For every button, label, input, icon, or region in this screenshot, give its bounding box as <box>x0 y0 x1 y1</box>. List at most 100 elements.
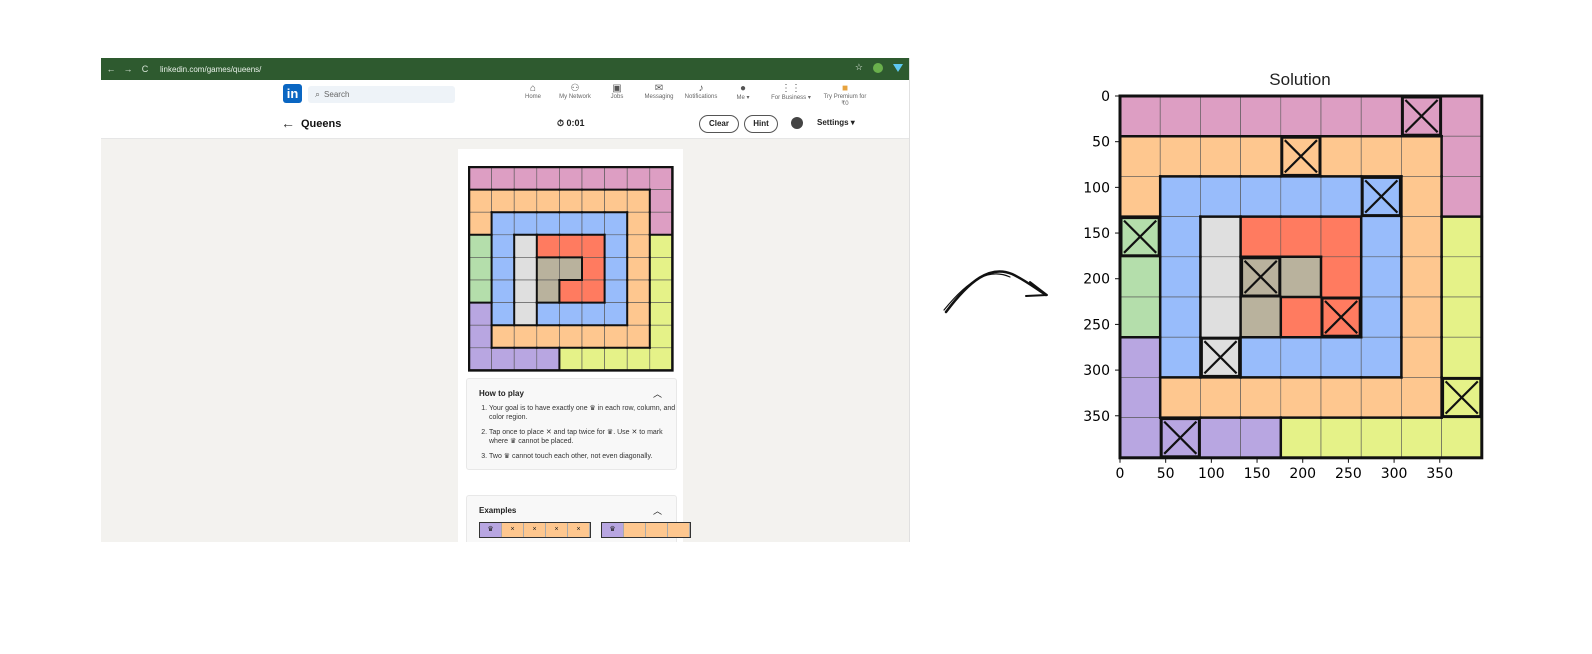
forward-icon[interactable]: → <box>121 64 135 74</box>
settings-button[interactable]: Settings ▾ <box>817 118 855 127</box>
chevron-up-icon[interactable]: ︿ <box>653 504 662 517</box>
board-cell[interactable] <box>536 324 560 349</box>
board-cell[interactable] <box>468 347 492 371</box>
board-cell[interactable] <box>491 234 515 258</box>
board-cell[interactable] <box>604 166 628 190</box>
board-cell[interactable] <box>536 257 560 281</box>
board-cell[interactable] <box>649 347 673 371</box>
board-cell[interactable] <box>468 302 492 326</box>
board-cell[interactable] <box>581 279 605 303</box>
board-cell[interactable] <box>491 189 515 213</box>
hint-button[interactable]: Hint <box>744 115 778 133</box>
board-cell[interactable] <box>491 211 515 236</box>
board-cell[interactable] <box>513 166 538 190</box>
board-cell[interactable] <box>626 302 651 326</box>
board-cell[interactable] <box>536 279 560 303</box>
examples-title[interactable]: Examples <box>467 496 676 515</box>
board-cell[interactable] <box>513 279 538 303</box>
nav-item-bell[interactable]: ♪ Notifications <box>683 83 719 107</box>
board-cell[interactable] <box>491 257 515 281</box>
board-cell[interactable] <box>513 302 538 326</box>
back-arrow-icon[interactable]: ← <box>281 115 295 131</box>
board-cell[interactable] <box>559 189 583 213</box>
board-cell[interactable] <box>559 302 583 326</box>
board-cell[interactable] <box>581 257 605 281</box>
board-cell[interactable] <box>649 234 673 258</box>
board-cell[interactable] <box>604 279 628 303</box>
board-cell[interactable] <box>536 234 560 258</box>
board-cell[interactable] <box>649 324 673 349</box>
board-cell[interactable] <box>626 189 651 213</box>
how-to-play-title[interactable]: How to play <box>467 379 676 398</box>
board-cell[interactable] <box>513 189 538 213</box>
board-cell[interactable] <box>468 324 492 349</box>
board-cell[interactable] <box>513 234 538 258</box>
board-cell[interactable] <box>559 234 583 258</box>
board-cell[interactable] <box>581 347 605 371</box>
board-cell[interactable] <box>626 347 651 371</box>
board-cell[interactable] <box>536 302 560 326</box>
board-cell[interactable] <box>468 279 492 303</box>
extension-icon[interactable] <box>873 62 883 73</box>
board-cell[interactable] <box>581 166 605 190</box>
extension-filter-icon[interactable] <box>893 63 903 72</box>
board-cell[interactable] <box>559 166 583 190</box>
board-cell[interactable] <box>626 279 651 303</box>
board-cell[interactable] <box>559 257 583 281</box>
board-cell[interactable] <box>649 166 673 190</box>
globe-icon[interactable] <box>791 117 803 129</box>
search-input[interactable]: ⌕ Search <box>308 86 455 103</box>
nav-item-message[interactable]: ✉ Messaging <box>641 83 677 107</box>
board-cell[interactable] <box>513 347 538 371</box>
board-cell[interactable] <box>649 189 673 213</box>
board-cell[interactable] <box>604 189 628 213</box>
board-cell[interactable] <box>604 347 628 371</box>
board-cell[interactable] <box>626 166 651 190</box>
nav-item-grid[interactable]: ⋮⋮ For Business ▾ <box>767 83 815 107</box>
board-cell[interactable] <box>491 347 515 371</box>
board-cell[interactable] <box>604 324 628 349</box>
board-cell[interactable] <box>581 302 605 326</box>
back-icon[interactable]: ← <box>104 64 118 74</box>
nav-item-premium[interactable]: ■ Try Premium for ₹0 <box>821 83 869 107</box>
board-cell[interactable] <box>536 347 560 371</box>
board-cell[interactable] <box>626 324 651 349</box>
board-cell[interactable] <box>513 211 538 236</box>
board-cell[interactable] <box>604 234 628 258</box>
nav-item-avatar[interactable]: ● Me ▾ <box>725 83 761 107</box>
board-cell[interactable] <box>559 324 583 349</box>
bookmark-star-icon[interactable]: ☆ <box>855 62 863 73</box>
board-cell[interactable] <box>468 189 492 213</box>
nav-item-home[interactable]: ⌂ Home <box>515 83 551 107</box>
board-cell[interactable] <box>491 302 515 326</box>
board-cell[interactable] <box>626 234 651 258</box>
nav-item-network[interactable]: ⚇ My Network <box>557 83 593 107</box>
board-cell[interactable] <box>468 234 492 258</box>
board-cell[interactable] <box>649 279 673 303</box>
board-cell[interactable] <box>468 166 492 190</box>
nav-item-briefcase[interactable]: ▣ Jobs <box>599 83 635 107</box>
chevron-up-icon[interactable]: ︿ <box>653 387 662 400</box>
board-cell[interactable] <box>626 257 651 281</box>
board-cell[interactable] <box>536 211 560 236</box>
board-cell[interactable] <box>513 257 538 281</box>
board-cell[interactable] <box>468 211 492 236</box>
board-cell[interactable] <box>604 302 628 326</box>
board-cell[interactable] <box>581 324 605 349</box>
board-cell[interactable] <box>559 279 583 303</box>
board-cell[interactable] <box>491 166 515 190</box>
board-cell[interactable] <box>513 324 538 349</box>
board-cell[interactable] <box>581 211 605 236</box>
board-cell[interactable] <box>649 257 673 281</box>
board-cell[interactable] <box>491 279 515 303</box>
board-cell[interactable] <box>536 189 560 213</box>
queens-board[interactable] <box>468 166 674 372</box>
board-cell[interactable] <box>491 324 515 349</box>
board-cell[interactable] <box>559 211 583 236</box>
board-cell[interactable] <box>468 257 492 281</box>
board-cell[interactable] <box>626 211 651 236</box>
board-cell[interactable] <box>581 234 605 258</box>
board-cell[interactable] <box>604 257 628 281</box>
clear-button[interactable]: Clear <box>699 115 739 133</box>
board-cell[interactable] <box>536 166 560 190</box>
